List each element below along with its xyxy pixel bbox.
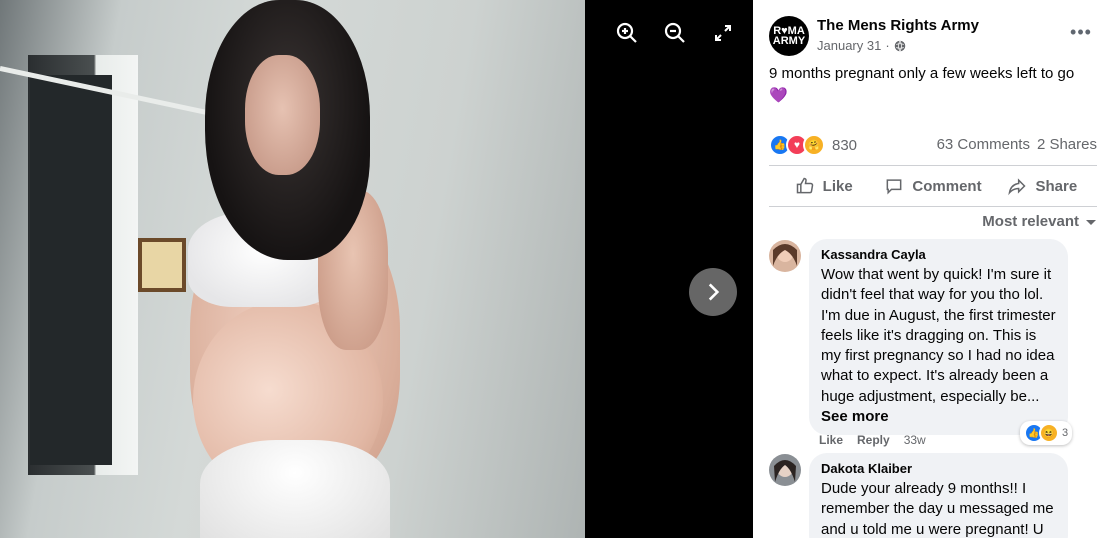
commenter-name[interactable]: Dakota Klaiber [821, 461, 1056, 477]
photo-viewer [0, 0, 753, 538]
shares-count-link[interactable]: 2 Shares [1037, 136, 1097, 153]
photo-wall-sign [138, 238, 186, 292]
photo-window-pane [30, 75, 112, 465]
divider-bottom [769, 206, 1097, 207]
divider-top [769, 165, 1097, 166]
commenter-name[interactable]: Kassandra Cayla [821, 247, 1056, 263]
see-more-link[interactable]: See more [821, 407, 1056, 427]
photo-face [245, 55, 320, 175]
share-icon [1008, 178, 1027, 196]
commenter-avatar[interactable] [769, 240, 801, 272]
commenter-avatar[interactable] [769, 454, 801, 486]
caret-down-icon [1086, 219, 1096, 225]
like-button-label: Like [822, 177, 853, 195]
comment-reply-link[interactable]: Reply [857, 433, 890, 447]
share-button[interactable]: Share [988, 168, 1097, 204]
purple-heart-emoji: 💜 [769, 87, 788, 104]
photo-skirt [200, 440, 390, 538]
engagement-counts: 63 Comments 2 Shares [937, 136, 1097, 153]
comment-timestamp[interactable]: 33w [904, 433, 926, 447]
comment-text: Wow that went by quick! I'm sure it didn… [821, 266, 1056, 405]
comment-reactions[interactable]: 👍 😆 3 [1020, 421, 1073, 445]
comments-count-link[interactable]: 63 Comments [937, 136, 1030, 153]
comment-like-link[interactable]: Like [819, 433, 843, 447]
zoom-out-icon[interactable] [662, 20, 688, 46]
reaction-count: 830 [832, 136, 858, 154]
fullscreen-icon[interactable] [710, 20, 736, 46]
post-panel: R♥MA ARMY The Mens Rights Army January 3… [753, 0, 1110, 538]
page-name[interactable]: The Mens Rights Army [817, 17, 979, 34]
share-button-label: Share [1035, 177, 1078, 195]
comment-text: Dude your already 9 months!! I remember … [821, 480, 1054, 538]
post-caption: 9 months pregnant only a few weeks left … [769, 65, 1075, 82]
haha-reaction-icon: 😆 [1039, 423, 1059, 443]
zoom-in-icon[interactable] [614, 20, 640, 46]
comment-reaction-count: 3 [1062, 427, 1069, 439]
meta-separator: · [885, 38, 890, 53]
care-reaction-icon: 🤗 [803, 134, 825, 156]
post-date[interactable]: January 31 [817, 38, 881, 53]
comment-actions: Like Reply 33w [819, 433, 926, 447]
next-photo-button[interactable] [689, 268, 737, 316]
comment-icon [886, 179, 902, 195]
post-photo[interactable] [0, 0, 585, 538]
comment-button-label: Comment [912, 177, 982, 195]
reaction-summary[interactable]: 👍 ♥ 🤗 830 [769, 134, 857, 156]
comment-button[interactable]: Comment [878, 168, 987, 204]
thumbs-up-icon [796, 177, 813, 194]
post-actions: Like Comment Share [769, 168, 1097, 204]
comment-bubble: Dakota Klaiber Dude your already 9 month… [809, 453, 1068, 538]
more-options-button[interactable]: ••• [1069, 22, 1093, 46]
post-text: 9 months pregnant only a few weeks left … [769, 63, 1094, 107]
post-meta: January 31 · [817, 38, 906, 53]
comment-sort-dropdown[interactable]: Most relevant [982, 213, 1097, 230]
like-button[interactable]: Like [769, 168, 878, 204]
globe-icon [894, 40, 905, 51]
page-avatar[interactable]: R♥MA ARMY [769, 16, 809, 56]
chevron-right-icon [708, 283, 720, 301]
comment-bubble: Kassandra Cayla Wow that went by quick! … [809, 239, 1068, 436]
sort-label: Most relevant [982, 213, 1079, 230]
